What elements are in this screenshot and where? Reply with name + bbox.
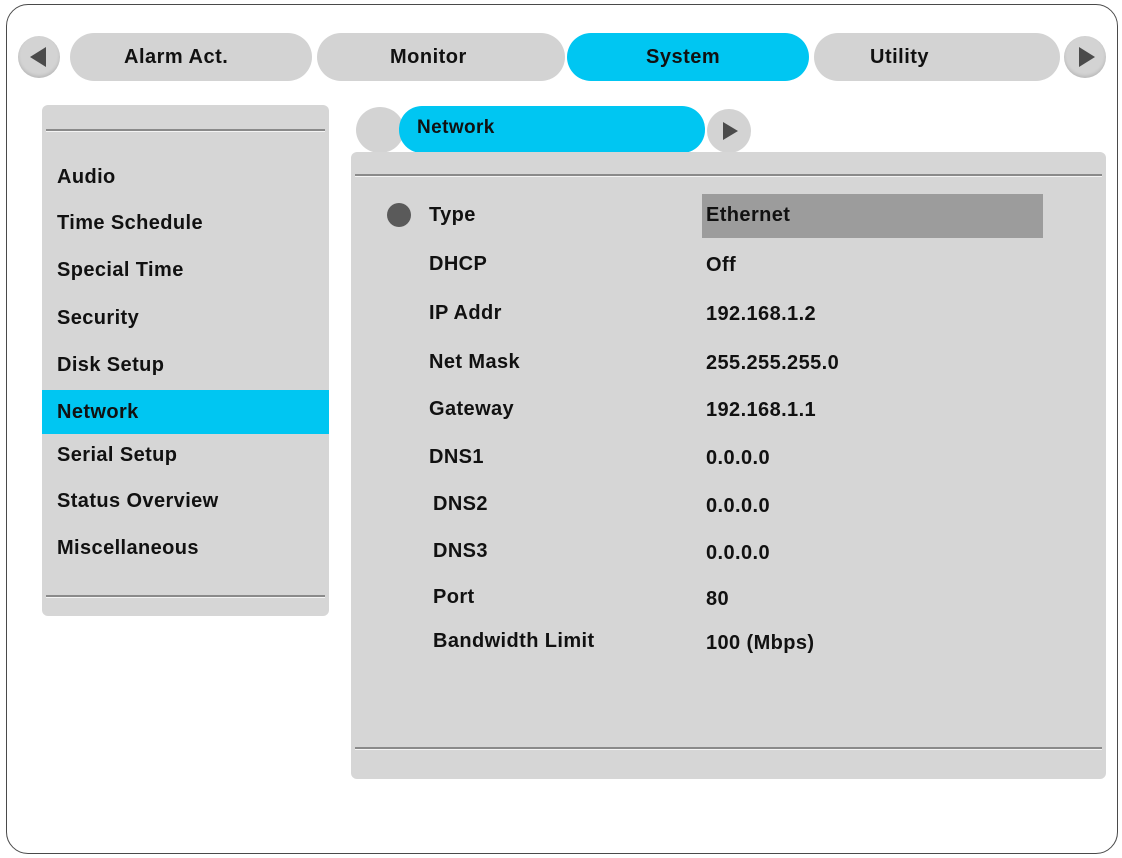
type-select[interactable]: Ethernet xyxy=(702,194,1043,238)
ip-addr-value[interactable]: 192.168.1.2 xyxy=(706,302,816,326)
menu-item-status-overview[interactable]: Status Overview xyxy=(42,479,329,523)
net-mask-value[interactable]: 255.255.255.0 xyxy=(706,351,839,375)
dns2-value[interactable]: 0.0.0.0 xyxy=(706,494,770,518)
triangle-left-icon xyxy=(29,47,46,67)
dhcp-value[interactable]: Off xyxy=(706,253,736,277)
tab-label: Monitor xyxy=(390,45,467,68)
label-ip-addr: IP Addr xyxy=(429,302,502,324)
divider xyxy=(46,595,325,598)
tab-alarm-act[interactable]: Alarm Act. xyxy=(70,33,312,81)
next-tab-button[interactable] xyxy=(1064,36,1106,78)
menu-item-serial-setup[interactable]: Serial Setup xyxy=(42,433,329,477)
dns3-value[interactable]: 0.0.0.0 xyxy=(706,541,770,565)
divider xyxy=(355,174,1102,177)
menu-item-security[interactable]: Security xyxy=(42,296,329,340)
label-dns1: DNS1 xyxy=(429,446,484,468)
menu-item-special-time[interactable]: Special Time xyxy=(42,248,329,292)
tab-system[interactable]: System xyxy=(567,33,809,81)
tab-label: System xyxy=(646,45,721,68)
system-menu: Audio Time Schedule Special Time Securit… xyxy=(42,105,329,616)
tab-monitor[interactable]: Monitor xyxy=(317,33,565,81)
divider xyxy=(46,129,325,132)
dns1-value[interactable]: 0.0.0.0 xyxy=(706,446,770,470)
tab-label: Alarm Act. xyxy=(124,45,229,68)
gateway-value[interactable]: 192.168.1.1 xyxy=(706,398,816,422)
label-dns2: DNS2 xyxy=(433,493,488,515)
label-net-mask: Net Mask xyxy=(429,351,521,373)
triangle-right-icon xyxy=(1079,47,1095,67)
circle-bullet-icon xyxy=(387,203,411,227)
sub-tab-prev-button[interactable] xyxy=(356,107,404,153)
menu-item-time-schedule[interactable]: Time Schedule xyxy=(42,201,329,245)
sub-tab-next-button[interactable] xyxy=(707,109,751,153)
prev-tab-button[interactable] xyxy=(18,36,60,78)
subtab-network[interactable]: Network xyxy=(399,106,705,153)
tab-utility[interactable]: Utility xyxy=(814,33,1060,81)
divider xyxy=(355,747,1102,750)
label-bandwidth-limit: Bandwidth Limit xyxy=(433,630,595,652)
menu-item-miscellaneous[interactable]: Miscellaneous xyxy=(42,526,329,570)
label-port: Port xyxy=(433,586,475,608)
menu-item-network[interactable]: Network xyxy=(42,390,329,434)
label-type: Type xyxy=(429,204,476,226)
label-dhcp: DHCP xyxy=(429,253,488,275)
label-dns3: DNS3 xyxy=(433,540,488,562)
menu-item-audio[interactable]: Audio xyxy=(42,155,329,199)
port-value[interactable]: 80 xyxy=(706,587,729,611)
triangle-right-icon xyxy=(723,122,738,140)
menu-item-disk-setup[interactable]: Disk Setup xyxy=(42,343,329,387)
tab-label: Utility xyxy=(870,45,930,68)
label-gateway: Gateway xyxy=(429,398,515,420)
bandwidth-limit-value[interactable]: 100 (Mbps) xyxy=(706,631,814,655)
